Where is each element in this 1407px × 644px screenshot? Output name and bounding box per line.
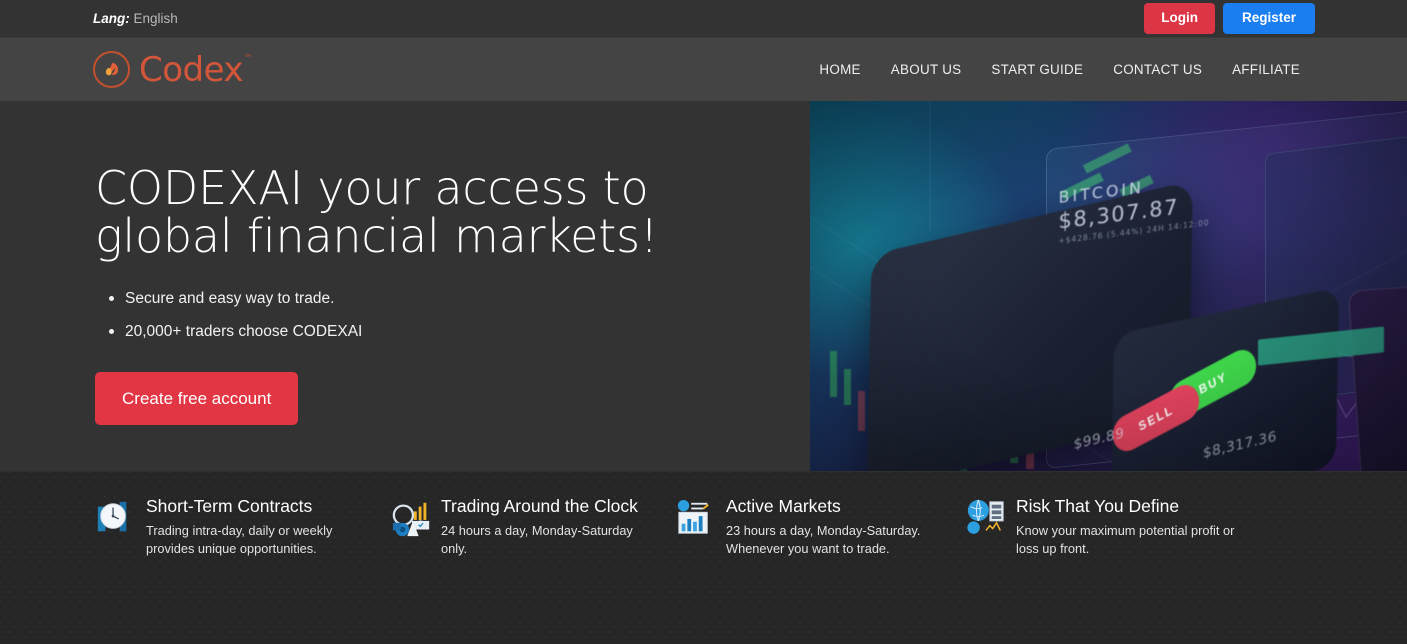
language-value[interactable]: English (134, 11, 178, 26)
feature-description: Trading intra-day, daily or weekly provi… (146, 522, 333, 557)
top-bar: Lang: English Login Register (0, 0, 1407, 37)
markets-chart-icon (675, 498, 713, 538)
feature-description: Know your maximum potential profit or lo… (1016, 522, 1235, 557)
nav-item-contact-us[interactable]: CONTACT US (1098, 56, 1217, 83)
site-logo[interactable]: Codex ™ (93, 49, 253, 90)
feature-title: Risk That You Define (1016, 496, 1180, 516)
hero-section: CODEXAI your access to global financial … (0, 101, 1407, 471)
analytics-icon (390, 498, 430, 538)
top-bar-actions: Login Register (1144, 3, 1315, 34)
globe-server-icon (965, 498, 1004, 538)
main-navbar: Codex ™ HOME ABOUT US START GUIDE CONTAC… (0, 37, 1407, 101)
feature-text: Active Markets 23 hours a day, Monday-Sa… (726, 496, 943, 644)
register-button[interactable]: Register (1222, 3, 1315, 34)
language-label: Lang: (93, 10, 130, 26)
feature-description: 24 hours a day, Monday-Saturday only. (441, 522, 633, 557)
feature-text: Trading Around the Clock 24 hours a day,… (441, 496, 653, 644)
nav-item-affiliate[interactable]: AFFILIATE (1217, 56, 1315, 83)
hero-bullet-item: 20,000+ traders choose CODEXAI (109, 324, 810, 340)
feature-title: Trading Around the Clock (441, 496, 638, 516)
nav-item-start-guide[interactable]: START GUIDE (976, 56, 1098, 83)
primary-navigation: HOME ABOUT US START GUIDE CONTACT US AFF… (804, 56, 1315, 83)
feature-title: Active Markets (726, 496, 841, 516)
logo-leaf-icon (93, 51, 130, 88)
hero-image: BITCOIN $8,307.87 +$428.76 (5.44%) 24H 1… (810, 101, 1407, 471)
nav-item-about-us[interactable]: ABOUT US (876, 56, 977, 83)
logo-trademark-symbol: ™ (243, 53, 253, 64)
hero-image-vignette (810, 101, 1407, 471)
hero-image-backdrop: BITCOIN $8,307.87 +$428.76 (5.44%) 24H 1… (810, 101, 1407, 471)
feature-text: Risk That You Define Know your maximum p… (1016, 496, 1243, 644)
language-selector[interactable]: Lang: English (93, 12, 178, 26)
feature-item: Active Markets 23 hours a day, Monday-Sa… (675, 496, 965, 644)
feature-item: Trading Around the Clock 24 hours a day,… (390, 496, 675, 644)
nav-item-home[interactable]: HOME (804, 56, 875, 83)
feature-item: Short-Term Contracts Trading intra-day, … (95, 496, 390, 644)
create-free-account-button[interactable]: Create free account (95, 371, 299, 425)
features-section: Short-Term Contracts Trading intra-day, … (0, 471, 1407, 644)
feature-item: Risk That You Define Know your maximum p… (965, 496, 1265, 644)
feature-description: 23 hours a day, Monday-Saturday. Wheneve… (726, 522, 921, 557)
feature-text: Short-Term Contracts Trading intra-day, … (146, 496, 368, 644)
hero-bullet-list: Secure and easy way to trade. 20,000+ tr… (95, 291, 810, 340)
logo-wordmark: Codex (139, 49, 244, 90)
login-button[interactable]: Login (1144, 3, 1215, 34)
hero-headline: CODEXAI your access to global financial … (95, 161, 659, 263)
clock-icon (95, 498, 133, 538)
hero-content: CODEXAI your access to global financial … (0, 101, 810, 471)
logo-text: Codex ™ (139, 49, 253, 90)
feature-title: Short-Term Contracts (146, 496, 313, 516)
hero-bullet-item: Secure and easy way to trade. (109, 291, 810, 307)
